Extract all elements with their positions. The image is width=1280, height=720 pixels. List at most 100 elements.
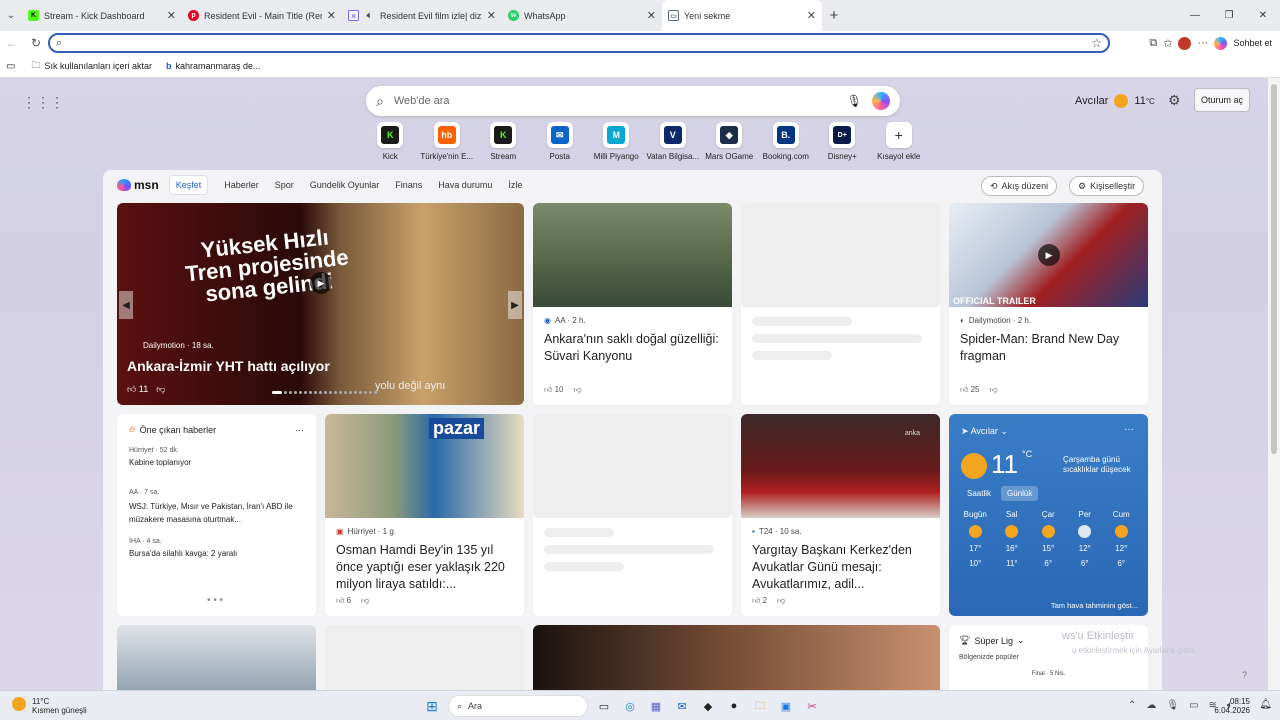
- close-tab-icon[interactable]: ✕: [807, 9, 816, 22]
- teams-icon[interactable]: ▦: [646, 696, 666, 716]
- store-icon[interactable]: ▣: [776, 696, 796, 716]
- more-options-icon[interactable]: ···: [1197, 37, 1208, 49]
- news-card-osman-hamdi[interactable]: pazar ▣ Hürriyet · 1 g. Osman Hamdi Bey'i…: [325, 414, 524, 616]
- address-input[interactable]: [68, 37, 1092, 49]
- obs-icon[interactable]: ●: [724, 696, 744, 716]
- shortcut-kick[interactable]: K Kick: [362, 122, 419, 161]
- bookmark-import[interactable]: 🗀︎ Sık kullanılanları içeri aktar: [31, 58, 152, 74]
- tab-actions-chevron-icon[interactable]: ⌄: [0, 0, 22, 31]
- microphone-icon[interactable]: 🎙︎: [1166, 700, 1179, 711]
- play-icon[interactable]: ▶: [310, 272, 332, 294]
- new-tab-plus-icon[interactable]: +: [822, 7, 846, 24]
- back-arrow-icon[interactable]: ←: [0, 36, 24, 50]
- shortcut-disney[interactable]: D+ Disney+: [814, 122, 871, 161]
- sidebar-toggle-icon[interactable]: ▭: [6, 61, 15, 72]
- copilot-icon[interactable]: [1214, 36, 1228, 50]
- tab-new-tab[interactable]: ▭ Yeni sekme ✕: [662, 0, 822, 31]
- tab-resident-evil-main[interactable]: p Resident Evil - Main Title (Remaste ✕: [182, 0, 342, 31]
- msn-logo[interactable]: msn: [117, 178, 159, 192]
- like-icon[interactable]: 👍︎ 10: [544, 385, 564, 395]
- shortcut-hepsiburada[interactable]: hb Türkiye'nin E...: [419, 122, 476, 161]
- shortcut-add[interactable]: + Kısayol ekle: [871, 122, 928, 161]
- like-icon[interactable]: 👍︎ 11: [127, 384, 148, 395]
- taskbar-clock[interactable]: 08:15 6.04.2026: [1214, 697, 1250, 715]
- file-explorer-icon[interactable]: 🗀︎: [750, 696, 770, 716]
- shortcut-posta[interactable]: ✉ Posta: [532, 122, 589, 161]
- search-input[interactable]: Web'de ara: [394, 95, 837, 107]
- weather-location[interactable]: Avcılar: [971, 426, 998, 436]
- tab-finans[interactable]: Finans: [395, 180, 422, 190]
- top-weather-widget[interactable]: Avcılar 11°C: [1075, 94, 1155, 108]
- close-tab-icon[interactable]: ✕: [647, 9, 656, 22]
- close-tab-icon[interactable]: ✕: [167, 9, 176, 22]
- tab-haberler[interactable]: Haberler: [224, 180, 259, 190]
- chevron-up-icon[interactable]: ⌃: [1128, 700, 1136, 711]
- dislike-icon[interactable]: 👎︎: [990, 385, 998, 395]
- tab-gundelik-oyunlar[interactable]: Gundelik Oyunlar: [310, 180, 380, 190]
- close-tab-icon[interactable]: ✕: [327, 9, 336, 22]
- carousel-next-icon[interactable]: ▶: [508, 291, 522, 319]
- like-icon[interactable]: 👍︎ 6: [336, 596, 351, 606]
- apps-grid-icon[interactable]: ⋮⋮⋮: [22, 94, 64, 111]
- notification-bell-icon[interactable]: 🔔︎: [1259, 699, 1272, 710]
- profile-avatar[interactable]: [1178, 36, 1192, 50]
- edge-icon[interactable]: ◎: [620, 696, 640, 716]
- weather-alert[interactable]: Çarşamba günü sıcaklıklar düşecek: [1063, 455, 1135, 475]
- app-icon[interactable]: ◆: [698, 696, 718, 716]
- news-card-car[interactable]: [117, 625, 316, 690]
- hero-headline[interactable]: Ankara-İzmir YHT hattı açılıyor: [127, 358, 330, 374]
- personalize-button[interactable]: ⚙ Kişiselleştir: [1069, 176, 1145, 196]
- shortcut-milli-piyango[interactable]: M Milli Piyango: [588, 122, 645, 161]
- display-icon[interactable]: ▭: [1189, 700, 1198, 711]
- tab-whatsapp[interactable]: w WhatsApp ✕: [502, 0, 662, 31]
- dislike-icon[interactable]: 👎︎: [574, 385, 582, 395]
- tab-spor[interactable]: Spor: [275, 180, 294, 190]
- top-news-item[interactable]: Hürriyet · 52 dk. Kabine toplanıyor: [129, 447, 304, 467]
- full-forecast-link[interactable]: Tam hava tahminini göst...: [1051, 601, 1138, 610]
- taskbar-search[interactable]: ⌕ Ara: [448, 695, 588, 717]
- tab-hava-durumu[interactable]: Hava durumu: [438, 180, 492, 190]
- dislike-icon[interactable]: 👎︎: [361, 596, 369, 606]
- restore-icon[interactable]: ❐: [1212, 0, 1246, 31]
- favorites-icon[interactable]: ✩: [1163, 37, 1172, 50]
- copilot-icon[interactable]: [872, 92, 890, 110]
- weather-tab-daily[interactable]: Günlük: [1001, 486, 1039, 501]
- more-options-icon[interactable]: ···: [1124, 424, 1134, 435]
- shortcut-booking[interactable]: B. Booking.com: [758, 122, 815, 161]
- top-news-item[interactable]: İHA · 4 sa. Bursa'da silahlı kavga: 2 yar…: [129, 538, 304, 558]
- shortcut-ogame[interactable]: ◆ Mars OGame: [701, 122, 758, 161]
- speaker-icon[interactable]: 🔈︎: [364, 10, 375, 21]
- web-search-box[interactable]: ⌕ Web'de ara 🎙︎: [366, 86, 900, 116]
- hero-carousel-card[interactable]: Yüksek Hızlı Tren projesinde sona gelind…: [117, 203, 524, 405]
- outlook-icon[interactable]: ✉: [672, 696, 692, 716]
- news-card-yargitay[interactable]: anka ▪ T24 · 10 sa. Yargıtay Başkanı Kerk…: [741, 414, 940, 616]
- dislike-icon[interactable]: 👎︎: [777, 596, 785, 606]
- tab-kick[interactable]: K Stream - Kick Dashboard ✕: [22, 0, 182, 31]
- close-window-icon[interactable]: ✕: [1246, 0, 1280, 31]
- refresh-icon[interactable]: ↻: [24, 36, 48, 50]
- dislike-icon[interactable]: 👎︎: [156, 384, 165, 395]
- scrollbar-thumb[interactable]: [1271, 84, 1277, 454]
- like-icon[interactable]: 👍︎ 25: [960, 385, 980, 395]
- pagination-dots[interactable]: • • •: [207, 595, 223, 606]
- top-news-item[interactable]: AA · 7 sa. WSJ: Türkiye, Mısır ve Pakista…: [129, 489, 304, 526]
- extensions-icon[interactable]: ⧉: [1149, 37, 1157, 50]
- tab-dizipod[interactable]: ⨯ 🔈︎ Resident Evil film izle| dizipod ✕: [342, 0, 502, 31]
- shortcut-vatan[interactable]: V Vatan Bilgisa...: [645, 122, 702, 161]
- like-icon[interactable]: 👍︎ 2: [752, 596, 767, 606]
- more-options-icon[interactable]: ···: [295, 425, 304, 435]
- copilot-chat-button[interactable]: Sohbet et: [1233, 38, 1272, 48]
- news-card-spiderman[interactable]: ▶ OFFICIAL TRAILER ◐ Dailymotion · 2 h. S…: [949, 203, 1148, 405]
- news-card-video[interactable]: [533, 625, 940, 690]
- cloud-icon[interactable]: ☁: [1146, 700, 1156, 711]
- tab-kesfet[interactable]: Keşfet: [168, 175, 209, 195]
- windows-start-icon[interactable]: ⊞: [422, 696, 442, 716]
- tab-izle[interactable]: İzle: [508, 180, 522, 190]
- bookmark-kahramanmaras[interactable]: b kahramanmaraş de...: [166, 61, 261, 71]
- shortcut-stream[interactable]: K Stream: [475, 122, 532, 161]
- feed-layout-button[interactable]: ⟲ Akış düzeni: [981, 176, 1058, 196]
- minimize-icon[interactable]: —: [1178, 0, 1212, 31]
- page-settings-gear-icon[interactable]: ⚙: [1168, 92, 1181, 109]
- sign-in-button[interactable]: Oturum aç: [1194, 88, 1250, 112]
- snipping-tool-icon[interactable]: ✂: [802, 696, 822, 716]
